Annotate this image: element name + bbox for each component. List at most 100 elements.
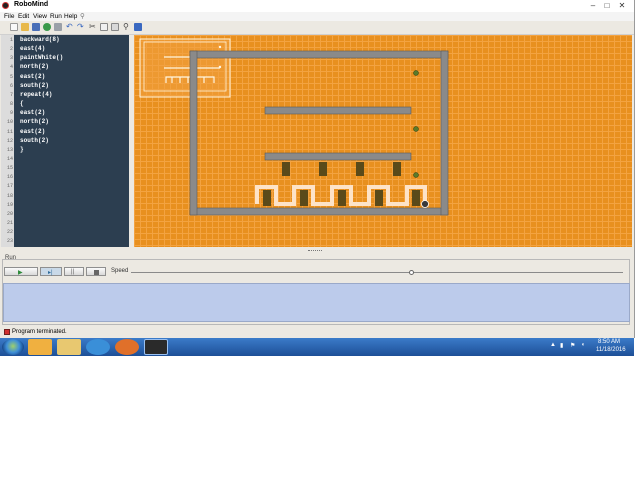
- horizontal-splitter[interactable]: [0, 247, 634, 255]
- code-line[interactable]: north(2): [20, 118, 49, 125]
- flag-icon[interactable]: ⚑: [570, 342, 575, 349]
- robot: [421, 200, 429, 208]
- line-number: 8: [9, 101, 13, 108]
- network-icon[interactable]: ▮: [560, 342, 563, 349]
- world-canvas: [139, 38, 449, 216]
- maximize-icon[interactable]: □: [602, 1, 612, 10]
- internet-explorer-icon[interactable]: [86, 339, 110, 355]
- stop-status-icon: [4, 329, 10, 335]
- undo-icon[interactable]: ↶: [66, 23, 74, 31]
- code-line[interactable]: repeat(4): [20, 91, 52, 98]
- code-line[interactable]: south(2): [20, 137, 49, 144]
- code-line[interactable]: east(4): [20, 45, 45, 52]
- code-line[interactable]: east(2): [20, 73, 45, 80]
- line-number: 6: [9, 82, 13, 89]
- line-number: 23: [6, 238, 13, 245]
- open-folder-icon[interactable]: [21, 23, 29, 31]
- line-number: 1: [9, 37, 13, 43]
- paste-icon[interactable]: [111, 23, 119, 31]
- code-line[interactable]: {: [20, 100, 24, 107]
- speaker-icon[interactable]: ◖: [581, 342, 585, 348]
- line-number: 21: [6, 220, 13, 226]
- output-console[interactable]: [3, 283, 630, 322]
- windows-taskbar: ▲ ▮ ⚑ ◖: [0, 338, 634, 356]
- menu-help[interactable]: Help: [64, 12, 77, 21]
- splitter-grip-icon[interactable]: [308, 250, 322, 252]
- line-number: 18: [6, 192, 13, 199]
- line-number: 2: [9, 46, 13, 53]
- toolbar: ↶ ↷ ✂ ⚲: [0, 21, 634, 35]
- code-line[interactable]: }: [20, 146, 24, 153]
- clock-time[interactable]: 8:50 AM: [598, 339, 620, 345]
- inner-wall-lower: [264, 152, 412, 161]
- line-number: 5: [9, 73, 13, 80]
- code-line[interactable]: south(2): [20, 82, 49, 89]
- close-icon[interactable]: ✕: [617, 1, 627, 10]
- code-editor[interactable]: 123456789101112131415161718192021222324 …: [1, 35, 129, 253]
- line-number: 3: [9, 55, 13, 62]
- menu-view[interactable]: View: [33, 12, 47, 21]
- replace-icon[interactable]: [134, 23, 142, 31]
- line-number: 9: [9, 110, 13, 117]
- step-icon: ▸|: [48, 270, 53, 276]
- robomind-window: RoboMind – □ ✕ File Edit View Run Help ⚲…: [0, 0, 635, 338]
- start-button[interactable]: [2, 339, 24, 355]
- play-button[interactable]: ▶: [4, 267, 38, 276]
- play-icon: ▶: [18, 270, 23, 276]
- media-player-icon[interactable]: [28, 339, 52, 355]
- code-line[interactable]: east(2): [20, 128, 45, 135]
- search-icon[interactable]: ⚲: [80, 12, 85, 21]
- menu-bar: File Edit View Run Help ⚲: [0, 12, 634, 21]
- firefox-icon[interactable]: [115, 339, 139, 355]
- print-icon[interactable]: [54, 23, 62, 31]
- step-button[interactable]: ▸|: [40, 267, 62, 276]
- line-number: 17: [6, 183, 13, 190]
- copy-icon[interactable]: [100, 23, 108, 31]
- line-number: 16: [6, 174, 13, 181]
- file-explorer-icon[interactable]: [57, 339, 81, 355]
- minimize-icon[interactable]: –: [588, 1, 598, 10]
- cut-icon[interactable]: ✂: [89, 23, 97, 31]
- open-map-icon[interactable]: [43, 23, 51, 31]
- robot-world-map[interactable]: [134, 35, 632, 247]
- menu-run[interactable]: Run: [50, 12, 62, 21]
- line-number: 13: [6, 146, 13, 153]
- line-number: 11: [6, 128, 13, 135]
- minimap: [139, 38, 231, 98]
- status-text: Program terminated.: [12, 329, 67, 335]
- inner-wall-upper: [264, 106, 412, 115]
- code-line[interactable]: east(2): [20, 109, 45, 116]
- line-number: 14: [6, 155, 13, 162]
- find-icon[interactable]: ⚲: [123, 23, 131, 31]
- speed-label: Speed: [111, 268, 129, 274]
- clock-date[interactable]: 11/18/2016: [596, 347, 626, 353]
- new-file-icon[interactable]: [10, 23, 18, 31]
- line-number: 12: [6, 137, 13, 144]
- pause-icon: ||: [71, 269, 75, 275]
- code-line[interactable]: north(2): [20, 63, 49, 70]
- stop-icon: [94, 270, 99, 275]
- save-icon[interactable]: [32, 23, 40, 31]
- redo-icon[interactable]: ↷: [77, 23, 85, 31]
- code-line[interactable]: backward(8): [20, 36, 60, 43]
- menu-edit[interactable]: Edit: [18, 12, 29, 21]
- show-hidden-icons-icon[interactable]: ▲: [550, 342, 556, 348]
- line-number: 15: [6, 165, 13, 172]
- line-number: 10: [6, 119, 13, 126]
- stop-button[interactable]: [86, 267, 106, 276]
- obstacles-upper-row: [282, 162, 401, 176]
- menu-file[interactable]: File: [4, 12, 14, 21]
- title-bar: RoboMind – □ ✕: [0, 0, 634, 12]
- robomind-app-icon: [2, 2, 9, 9]
- window-title: RoboMind: [14, 1, 49, 8]
- line-number: 7: [9, 91, 13, 98]
- robomind-taskbar-icon[interactable]: [144, 339, 168, 355]
- run-group-label: Run: [5, 255, 17, 261]
- line-number: 20: [6, 210, 13, 217]
- speed-slider-track[interactable]: [131, 272, 623, 273]
- pause-button[interactable]: ||: [64, 267, 84, 276]
- status-bar: Program terminated.: [0, 327, 634, 338]
- line-number: 19: [6, 201, 13, 208]
- code-line[interactable]: paintWhite(): [20, 54, 63, 61]
- line-number: 4: [9, 64, 13, 71]
